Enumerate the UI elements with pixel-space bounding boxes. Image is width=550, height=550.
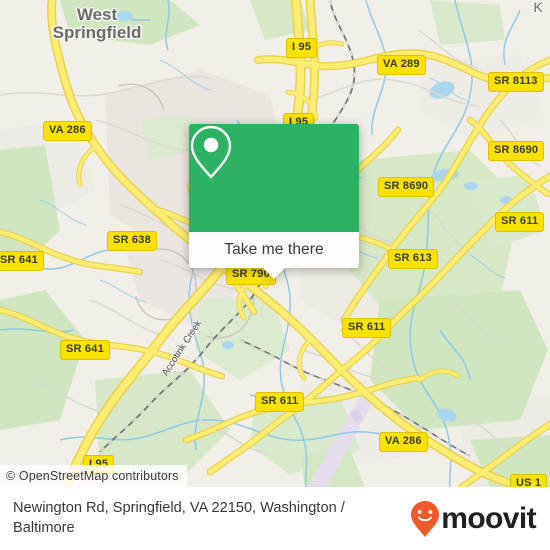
road-shield[interactable]: SR 8690	[488, 141, 545, 161]
road-shield[interactable]: SR 8690	[378, 177, 435, 197]
take-me-there-button[interactable]: Take me there	[189, 232, 359, 268]
road-shield[interactable]: US 1	[510, 474, 548, 487]
road-shield[interactable]: SR 641	[0, 251, 44, 271]
moovit-wordmark: moovit	[441, 501, 536, 535]
destination-popup-card[interactable]: Take me there	[189, 124, 359, 279]
road-shield[interactable]: VA 286	[43, 121, 92, 141]
road-shield[interactable]: SR 8113	[488, 72, 544, 92]
map-attribution: © OpenStreetMap contributors	[0, 465, 187, 487]
popup-pointer	[263, 268, 285, 279]
road-shield[interactable]: SR 613	[388, 249, 438, 269]
place-label-west-springfield: West Springfield	[52, 5, 142, 42]
road-shield[interactable]: SR 611	[255, 392, 305, 412]
map-canvas[interactable]: West Springfield K Accotink Creek I 95 V…	[0, 0, 550, 487]
moovit-logo[interactable]: moovit	[410, 500, 550, 538]
road-shield[interactable]: SR 611	[495, 212, 545, 232]
road-shield[interactable]: SR 641	[60, 340, 110, 360]
road-shield[interactable]: I 95	[286, 38, 318, 58]
popup-header	[189, 124, 359, 232]
address-text: Newington Rd, Springfield, VA 22150, Was…	[13, 500, 345, 536]
map-pin-icon	[190, 125, 232, 179]
road-shield[interactable]: VA 289	[377, 55, 426, 75]
road-shield[interactable]: SR 638	[107, 231, 157, 251]
moovit-pin-smiley-icon	[411, 500, 440, 537]
take-me-there-label: Take me there	[224, 241, 324, 258]
road-shield[interactable]: VA 286	[379, 432, 428, 452]
place-label-partial-k: K	[533, 0, 543, 15]
road-shield[interactable]: SR 611	[342, 318, 392, 338]
map-screenshot: West Springfield K Accotink Creek I 95 V…	[0, 0, 550, 550]
footer-bar: Newington Rd, Springfield, VA 22150, Was…	[0, 487, 550, 550]
